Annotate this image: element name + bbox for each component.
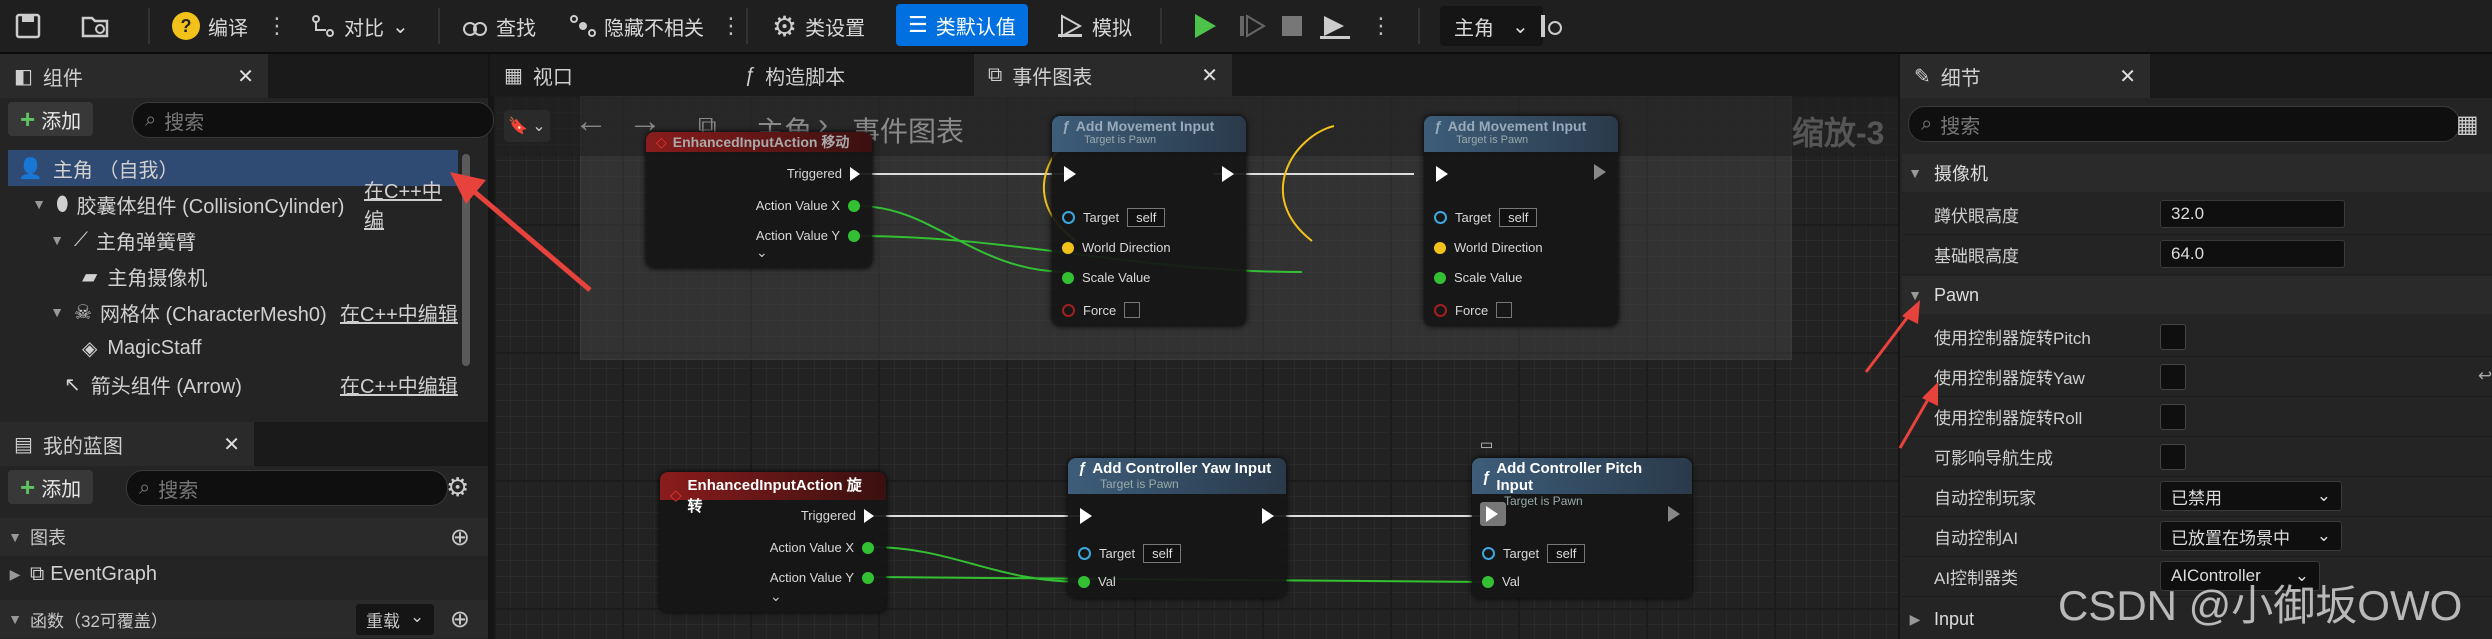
- annotation-arrow: [1898, 382, 1938, 449]
- watermark-text: CSDN @小御坂OWO: [2058, 582, 2463, 629]
- annotation-overlay: [450, 172, 1938, 449]
- annotation-arrow: [1864, 300, 1920, 373]
- annotation-arrow: [450, 172, 592, 292]
